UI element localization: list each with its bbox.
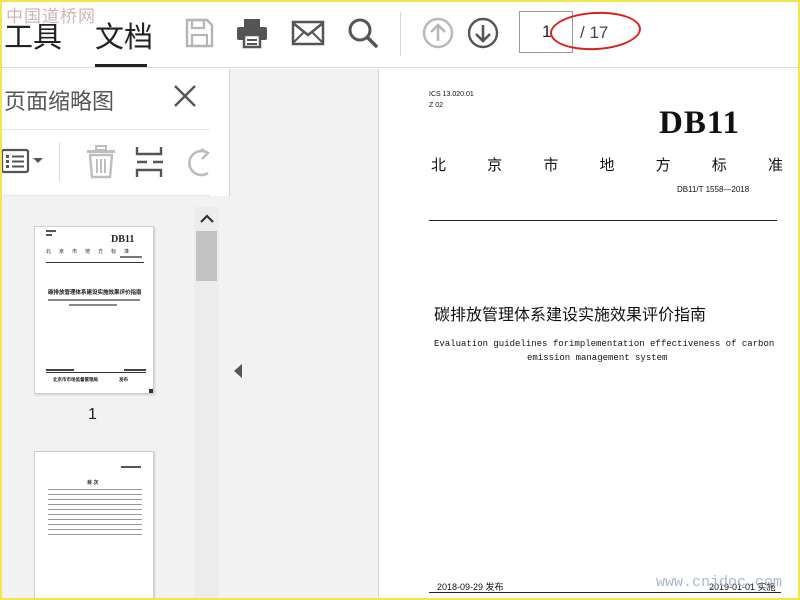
toc-line (48, 509, 142, 510)
email-button[interactable] (290, 15, 326, 51)
thumb-footer-left: 北京市市场监督管理局 (53, 377, 98, 382)
delete-page-button[interactable] (85, 145, 117, 184)
toolbar-separator (400, 12, 401, 56)
sidebar-toolbar (2, 135, 210, 191)
thumb-city-standard: 北京市地方标准 (46, 249, 138, 255)
thumb-footer-right: 发布 (119, 377, 128, 382)
thumb-title: 碳排放管理体系建设实施效果评价指南 (48, 290, 142, 296)
insert-page-icon (135, 147, 163, 177)
chevron-up-icon (199, 214, 214, 223)
page-down-icon (467, 17, 499, 49)
scrollbar-thumb[interactable] (196, 231, 217, 281)
toc-line (48, 529, 142, 530)
toc-line (48, 514, 142, 515)
thumb-en-line (69, 304, 117, 306)
mail-icon (291, 20, 325, 46)
tab-document[interactable]: 文档 (95, 14, 153, 56)
thumb-db11: DB11 (111, 234, 135, 245)
toc-line (48, 494, 142, 495)
ics-code: ICS 13.020.01 (429, 91, 474, 98)
document-viewer: ICS 13.020.01 Z 02 DB11 北 京 市 地 方 标 准 DB… (230, 69, 798, 598)
thumb-rule (46, 372, 146, 373)
thumb-rule (46, 262, 144, 263)
standard-char: 市 (543, 156, 559, 174)
horizontal-rule (429, 592, 781, 593)
app-window: 工具 文档 1 / 17 中国道桥网 页面缩略图 DB11 北京市地方标准 碳排… (0, 0, 800, 600)
thumb-code-line (121, 466, 141, 468)
standard-logo-db11: DB11 (659, 105, 741, 141)
thumb-toc-heading: 目 次 (87, 480, 99, 486)
insert-page-button[interactable] (135, 145, 165, 184)
toolbar: 工具 文档 1 / 17 (2, 2, 798, 68)
thumb-corner-mark (149, 389, 153, 393)
standard-char: 京 (487, 156, 503, 174)
save-icon (185, 18, 214, 48)
standard-char: 地 (599, 156, 615, 174)
rotate-page-button[interactable] (184, 147, 210, 182)
chevron-left-icon (234, 364, 242, 378)
document-title-english-line2: emission management system (527, 353, 668, 363)
z-code: Z 02 (429, 102, 444, 109)
active-tab-indicator (95, 64, 147, 67)
thumb-date-line (46, 369, 74, 371)
toc-line (48, 534, 142, 535)
document-title-chinese: 碳排放管理体系建设实施效果评价指南 (434, 305, 707, 324)
search-icon (348, 18, 378, 48)
thumb-z-line (46, 234, 52, 236)
watermark-top: 中国道桥网 (6, 7, 96, 27)
next-page-button[interactable] (465, 15, 501, 51)
previous-page-button[interactable] (420, 15, 456, 51)
page-up-icon (422, 17, 454, 49)
thumb-ics-line (46, 230, 56, 232)
delete-icon (87, 145, 115, 179)
standard-char: 北 (431, 156, 447, 174)
print-button[interactable] (234, 15, 270, 51)
thumb-date-line (124, 369, 146, 371)
thumbnail-options-icon (2, 148, 43, 174)
thumbnail-page-number: 1 (88, 406, 97, 423)
page-thumbnail-2[interactable]: 目 次 (34, 451, 154, 598)
document-page: ICS 13.020.01 Z 02 DB11 北 京 市 地 方 标 准 DB… (378, 69, 798, 598)
search-button[interactable] (345, 15, 381, 51)
toc-line (48, 519, 142, 520)
standard-name: 北 京 市 地 方 标 准 (431, 154, 783, 175)
standard-code: DB11/T 1558—2018 (677, 185, 750, 194)
thumb-en-line (48, 299, 140, 301)
page-thumbnail-1[interactable]: DB11 北京市地方标准 碳排放管理体系建设实施效果评价指南 北京市市场监督管理… (34, 226, 154, 394)
divider (2, 129, 210, 130)
rotate-icon (188, 147, 210, 177)
scroll-up-button[interactable] (194, 207, 219, 231)
standard-char: 准 (767, 156, 783, 174)
toc-line (48, 499, 142, 500)
toc-line (48, 504, 142, 505)
standard-char: 方 (655, 156, 671, 174)
thumb-code-line (120, 256, 142, 258)
toc-line (48, 524, 142, 525)
toolbar-separator (59, 143, 60, 181)
print-icon (237, 19, 267, 49)
horizontal-rule (429, 220, 777, 221)
close-icon (174, 85, 196, 107)
standard-char: 标 (711, 156, 727, 174)
save-button[interactable] (181, 15, 217, 51)
thumbnail-options-button[interactable] (2, 147, 46, 182)
thumbnail-sidebar: 页面缩略图 DB11 北京市地方标准 碳排放管理体系建设实施效果评价指南 北京市… (2, 69, 230, 598)
document-title-english-line1: Evaluation guidelines forimplementation … (434, 339, 775, 349)
watermark-bottom: www.cnjdoc.com (656, 574, 783, 591)
sidebar-title: 页面缩略图 (4, 90, 115, 115)
sidebar-close-button[interactable] (172, 83, 198, 109)
toc-line (48, 489, 142, 490)
collapse-sidebar-button[interactable] (233, 363, 243, 384)
